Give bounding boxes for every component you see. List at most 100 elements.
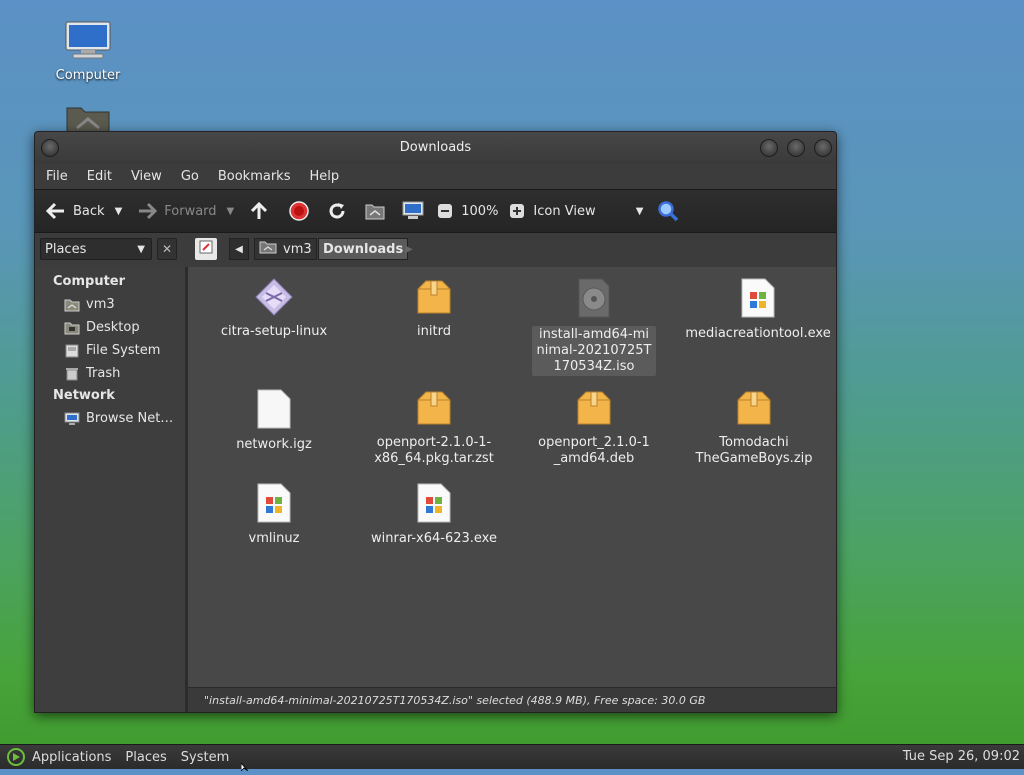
path-scroll-left[interactable]: ◀ [229, 238, 249, 260]
forward-history-dropdown[interactable]: ▼ [227, 206, 235, 217]
taskbar-menu-system[interactable]: System [181, 750, 229, 765]
file-item-vmlinuz[interactable]: vmlinuz [204, 482, 344, 547]
computer-icon [402, 200, 424, 222]
windows-exe-icon [364, 482, 504, 528]
forward-label: Forward [164, 203, 217, 219]
places-sidebar: Computer vm3 Desktop File System Trash N [35, 267, 188, 712]
reload-button[interactable] [326, 200, 348, 222]
back-history-dropdown[interactable]: ▼ [115, 206, 123, 217]
file-name: mediacreationtool.exe [685, 326, 831, 341]
sidebar-item-label: Desktop [86, 320, 140, 335]
file-name: install-amd64-minimal-20210725T170534Z.i… [532, 326, 656, 376]
menu-help[interactable]: Help [308, 169, 348, 184]
file-view[interactable]: citra-setup-linux initrd install-amd64-m… [188, 267, 836, 687]
distro-logo-icon[interactable] [6, 747, 26, 767]
taskbar-menu-places[interactable]: Places [125, 750, 166, 765]
view-mode-select[interactable]: Icon View ▼ [533, 204, 643, 219]
file-name: initrd [417, 324, 451, 339]
sidebar-item-browse-network[interactable]: Browse Net… [35, 407, 185, 430]
edit-location-icon [199, 240, 213, 258]
taskbar-menu-applications[interactable]: Applications [32, 750, 111, 765]
zoom-out-icon [434, 200, 456, 222]
zoom-level: 100% [461, 204, 498, 219]
desktop-computer-icon[interactable]: Computer [43, 20, 133, 83]
status-bar: "install-amd64-minimal-20210725T170534Z.… [188, 687, 836, 712]
file-name: openport_2.1.0-1_amd64.deb [538, 435, 650, 466]
path-scroll-right[interactable]: ▶ [399, 238, 419, 260]
archive-icon [684, 388, 824, 432]
minimize-button[interactable] [760, 139, 778, 157]
archive-icon [364, 277, 504, 321]
location-edit-toggle[interactable] [195, 238, 217, 260]
path-segment-label: Downloads [323, 241, 404, 257]
path-segment-downloads[interactable]: Downloads [318, 238, 409, 260]
taskbar: Applications Places System ⋮ Tue Sep 26,… [0, 744, 1024, 769]
chevron-down-icon: ▼ [114, 205, 123, 217]
close-button[interactable] [814, 139, 832, 157]
sidebar-item-desktop[interactable]: Desktop [35, 316, 185, 339]
file-name: openport-2.1.0-1-x86_64.pkg.tar.zst [374, 435, 494, 466]
file-item-openport-deb[interactable]: openport_2.1.0-1_amd64.deb [524, 388, 664, 467]
home-button[interactable] [364, 200, 386, 222]
menubar: File Edit View Go Bookmarks Help [35, 164, 836, 189]
sidebar-heading-computer: Computer [53, 274, 126, 289]
clock[interactable]: Tue Sep 26, 09:02 [903, 749, 1020, 764]
search-button[interactable] [657, 200, 679, 222]
computer-icon [65, 21, 111, 59]
up-arrow-icon [248, 200, 270, 222]
path-segment-vm3[interactable]: vm3 [254, 238, 317, 260]
sidebar-item-file-system[interactable]: File System [35, 339, 185, 362]
desktop-folder-icon [63, 317, 81, 339]
computer-button[interactable] [402, 200, 424, 222]
menu-view[interactable]: View [130, 169, 171, 184]
sidebar-item-label: Browse Net… [86, 411, 174, 426]
maximize-button[interactable] [787, 139, 805, 157]
zoom-in-icon [506, 200, 528, 222]
file-item-openport-pkg[interactable]: openport-2.1.0-1-x86_64.pkg.tar.zst [364, 388, 504, 467]
menu-file[interactable]: File [45, 169, 77, 184]
up-button[interactable] [248, 200, 270, 222]
windows-exe-icon [204, 482, 344, 528]
file-item-network-igz[interactable]: network.igz [204, 388, 344, 453]
location-bar: Places ▼ ✕ ◀ vm3 Downloads ▶ [35, 233, 836, 267]
menu-go[interactable]: Go [180, 169, 208, 184]
file-item-tomodachi-zip[interactable]: Tomodachi TheGameBoys.zip [684, 388, 824, 467]
sidebar-close-button[interactable]: ✕ [157, 238, 177, 260]
sidebar-item-label: vm3 [86, 297, 115, 312]
chevron-left-icon: ◀ [235, 243, 243, 255]
window-titlebar[interactable]: Downloads [35, 132, 836, 164]
file-item-winrar[interactable]: winrar-x64-623.exe [364, 482, 504, 547]
stop-icon [288, 200, 310, 222]
home-folder-icon [259, 240, 277, 258]
zoom-out-button[interactable] [434, 200, 456, 222]
toolbar: Back ▼ Forward ▼ 100% Icon View ▼ [35, 189, 836, 233]
path-segment-label: vm3 [283, 241, 312, 257]
file-item-install-iso[interactable]: install-amd64-minimal-20210725T170534Z.i… [524, 277, 664, 376]
chevron-down-icon: ▼ [137, 243, 145, 255]
sidebar-item-label: Trash [86, 366, 121, 381]
file-name: network.igz [236, 437, 312, 452]
file-item-mediacreationtool[interactable]: mediacreationtool.exe [684, 277, 832, 342]
back-button[interactable]: Back [45, 200, 105, 222]
forward-button[interactable]: Forward [136, 200, 217, 222]
file-item-initrd[interactable]: initrd [364, 277, 504, 340]
sidebar-type-value: Places [45, 241, 87, 257]
file-item-citra-setup-linux[interactable]: citra-setup-linux [204, 277, 344, 340]
sidebar-item-vm3[interactable]: vm3 [35, 293, 185, 316]
zoom-in-button[interactable] [506, 200, 528, 222]
back-label: Back [73, 203, 105, 219]
sidebar-type-select[interactable]: Places ▼ [40, 238, 152, 260]
file-manager-window: Downloads File Edit View Go Bookmarks He… [34, 131, 837, 713]
close-icon: ✕ [161, 242, 173, 256]
chevron-down-icon: ▼ [226, 205, 235, 217]
file-name: vmlinuz [248, 531, 300, 546]
view-mode-value: Icon View [533, 203, 596, 219]
archive-icon [524, 388, 664, 432]
file-name: winrar-x64-623.exe [371, 531, 497, 546]
menu-edit[interactable]: Edit [86, 169, 121, 184]
blank-file-icon [204, 388, 344, 434]
sidebar-item-trash[interactable]: Trash [35, 362, 185, 385]
menu-bookmarks[interactable]: Bookmarks [217, 169, 300, 184]
stop-button[interactable] [288, 200, 310, 222]
disc-image-icon [524, 277, 664, 323]
